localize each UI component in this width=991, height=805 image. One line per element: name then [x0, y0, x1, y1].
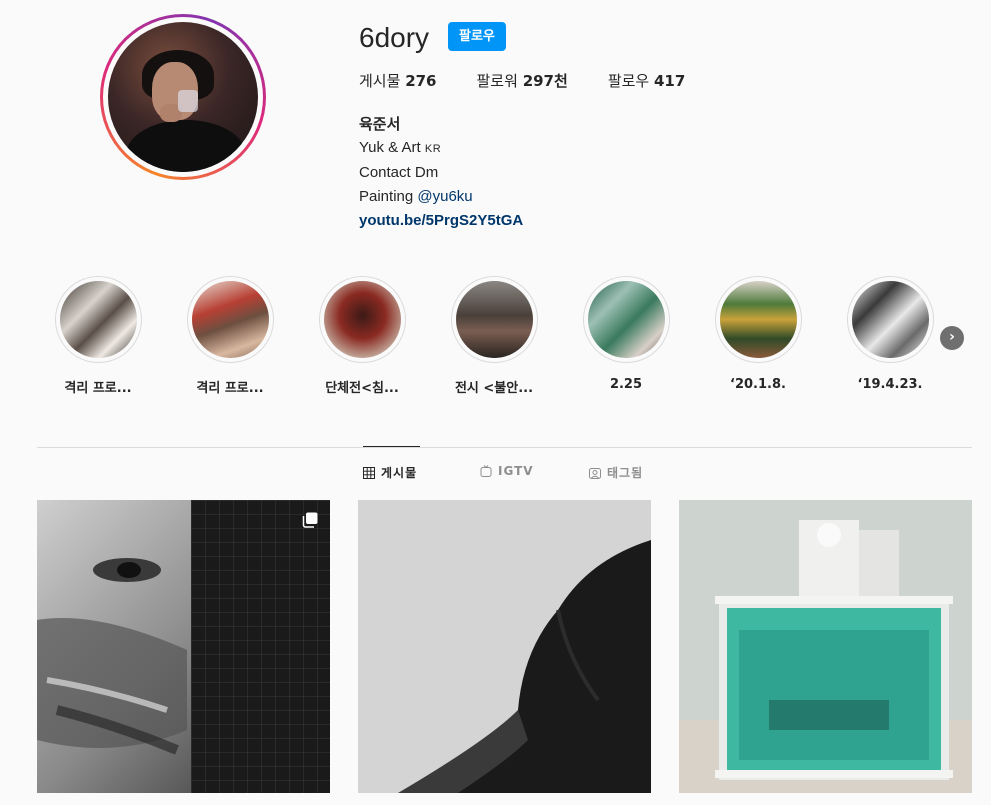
highlight-item[interactable]: 단체전<침... — [302, 276, 422, 396]
grid-icon — [363, 466, 375, 479]
profile-stats: 게시물 276 팔로워 297천 팔로우 417 — [359, 70, 725, 91]
highlight-item[interactable]: 격리 프로... — [38, 276, 158, 396]
post-thumbnail[interactable] — [679, 500, 972, 793]
highlight-label: 단체전<침... — [325, 381, 399, 396]
story-highlights: 격리 프로... 격리 프로... 단체전<침... 전시 <불안... 2.2… — [54, 276, 983, 406]
tagged-icon — [589, 467, 601, 479]
bio-line: Painting @yu6ku — [359, 188, 473, 205]
tab-igtv[interactable]: IGTV — [480, 464, 534, 478]
follow-button[interactable]: 팔로우 — [448, 22, 506, 51]
post-thumbnail[interactable] — [37, 500, 330, 793]
tab-tagged[interactable]: 태그됨 — [589, 464, 643, 481]
profile-bio: 육준서 Yuk & Art KR Contact Dm Painting @yu… — [359, 112, 523, 233]
chevron-right-icon[interactable]: › — [940, 326, 964, 350]
post-image — [679, 500, 972, 793]
profile-tabs: 게시물 IGTV 태그됨 — [0, 464, 991, 484]
highlight-item[interactable]: 격리 프로... — [170, 276, 290, 396]
highlight-item[interactable]: ‘19.4.23. — [830, 276, 950, 392]
posts-count: 게시물 276 — [359, 72, 437, 90]
highlight-item[interactable]: ‘20.1.8. — [698, 276, 818, 392]
highlight-cover — [191, 281, 269, 358]
tabs-divider — [37, 447, 972, 448]
post-image — [358, 500, 651, 793]
highlight-item[interactable]: 2.25 — [566, 276, 686, 392]
highlight-cover — [719, 281, 797, 358]
highlight-label: 격리 프로... — [196, 381, 264, 396]
tab-posts[interactable]: 게시물 — [363, 464, 417, 481]
avatar-image — [108, 22, 258, 172]
profile-avatar[interactable] — [100, 14, 266, 180]
followers-count[interactable]: 팔로워 297천 — [477, 70, 568, 91]
highlight-cover — [587, 281, 665, 358]
username: 6dory — [359, 22, 430, 53]
igtv-icon — [480, 465, 492, 477]
highlight-cover — [323, 281, 401, 358]
highlight-cover — [59, 281, 137, 358]
highlight-label: 2.25 — [609, 377, 643, 392]
bio-mention-link[interactable]: @yu6ku — [417, 188, 472, 205]
bio-line: Yuk & Art KR — [359, 139, 442, 156]
highlight-item[interactable]: 전시 <불안... — [434, 276, 554, 396]
highlight-label: 격리 프로... — [64, 381, 132, 396]
post-image — [37, 500, 330, 793]
following-count[interactable]: 팔로우 417 — [608, 70, 686, 91]
highlight-label: ‘20.1.8. — [730, 377, 786, 392]
full-name: 육준서 — [359, 115, 401, 133]
active-tab-indicator — [363, 446, 420, 447]
bio-external-link[interactable]: youtu.be/5PrgS2Y5tGA — [359, 209, 523, 233]
highlight-cover — [851, 281, 929, 358]
bio-line: Contact Dm — [359, 164, 439, 181]
multiple-photos-icon — [302, 512, 318, 528]
highlight-label: ‘19.4.23. — [857, 377, 923, 392]
highlight-cover — [455, 281, 533, 358]
post-thumbnail[interactable] — [358, 500, 651, 793]
highlight-label: 전시 <불안... — [454, 381, 534, 396]
bio-country-tag: KR — [424, 143, 442, 155]
